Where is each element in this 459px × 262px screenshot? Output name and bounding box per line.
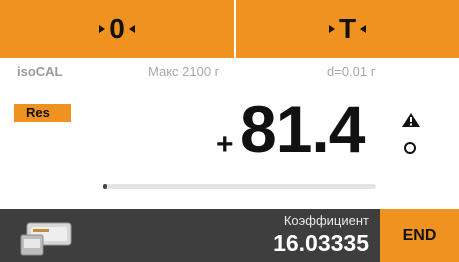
weight-sign: + — [216, 128, 234, 161]
zero-label: 0 — [109, 13, 125, 44]
triangle-left-icon — [360, 25, 367, 33]
info-bar: isoCAL Макс 2100 г d=0.01 г — [0, 62, 459, 82]
triangle-right-icon — [99, 25, 106, 33]
tare-label: T — [338, 13, 357, 44]
triangle-right-icon — [328, 25, 335, 33]
coefficient-value: 16.03335 — [273, 230, 369, 256]
tare-button[interactable]: T — [236, 0, 459, 58]
top-bar: 0 T — [0, 0, 459, 58]
coefficient-label: Коэффициент — [283, 213, 369, 228]
method-label: isoCAL — [17, 64, 63, 79]
weight-value: 81.4 — [240, 92, 365, 166]
max-capacity: Макс 2100 г — [148, 64, 220, 79]
stability-circle-icon — [404, 142, 416, 154]
triangle-left-icon — [128, 25, 135, 33]
app-icon[interactable] — [19, 221, 77, 257]
mode-badge: Res — [14, 104, 71, 122]
bottom-bar: Коэффициент 16.03335 END — [0, 209, 459, 262]
zero-button[interactable]: 0 — [0, 0, 234, 58]
warning-icon — [402, 113, 420, 127]
capacity-progress-fill — [103, 184, 107, 189]
capacity-progress-bar — [103, 184, 376, 189]
end-button[interactable]: END — [380, 209, 459, 262]
readability: d=0.01 г — [327, 64, 376, 79]
